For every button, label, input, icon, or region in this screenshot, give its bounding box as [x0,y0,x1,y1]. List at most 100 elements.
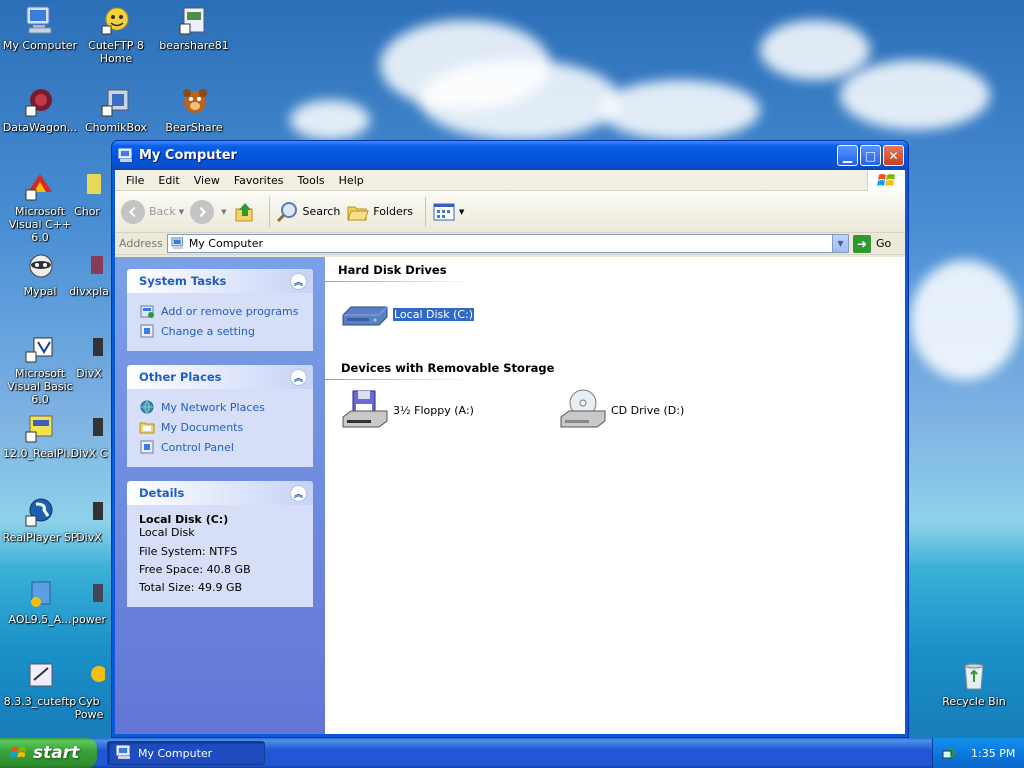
address-bar: Address My Computer ▼ ➜ Go [115,233,905,255]
back-label: Back [149,205,176,218]
collapse-icon[interactable]: ︽ [290,273,307,290]
details-header[interactable]: Details ︽ [127,481,313,505]
add-remove-programs-link[interactable]: Add or remove programs [139,301,301,321]
desktop-icon-my-computer[interactable]: My Computer [0,4,80,52]
cuteftp-icon [100,4,132,36]
desktop-icon-label: divxpla [69,285,109,298]
collapse-icon[interactable]: ︽ [290,485,307,502]
chevron-down-icon[interactable]: ▼ [179,208,184,216]
collapse-icon[interactable]: ︽ [290,369,307,386]
desktop-icon-power[interactable]: power [64,578,114,626]
maximize-button[interactable]: □ [860,145,881,166]
views-button[interactable]: ▼ [432,200,464,224]
drive-floppy-a[interactable]: 3½ Floppy (A:) [341,389,474,431]
window-computer-icon [118,148,134,164]
taskbar-item-my-computer[interactable]: My Computer [107,741,265,765]
control-panel-link[interactable]: Control Panel [139,437,301,457]
computer-icon [116,745,132,761]
task-pane: System Tasks ︽ Add or remove programs Ch… [115,257,325,734]
desktop-icon-bearshare81[interactable]: bearshare81 [154,4,234,52]
details-free-space: Free Space: 40.8 GB [139,563,251,576]
menu-file[interactable]: File [119,172,151,189]
desktop-icon-divx[interactable]: DivX [64,332,114,380]
forward-button[interactable]: ▼ [190,199,227,224]
desktop-icon-cyberpower[interactable]: Cyb Powe [64,660,114,721]
floppy-drive-icon [341,389,389,431]
desktop-icon-label: BearShare [165,121,223,134]
address-input[interactable]: My Computer ▼ [166,234,849,253]
my-network-places-label: My Network Places [161,400,265,414]
computer-icon [24,4,56,36]
bear-icon [178,86,210,118]
chevron-down-icon[interactable]: ▼ [459,208,464,216]
desktop-icon-label: Recycle Bin [942,695,1006,708]
change-setting-link[interactable]: Change a setting [139,321,301,341]
cd-drive-icon [559,389,607,431]
group-divider [325,379,625,380]
drive-cd-d[interactable]: CD Drive (D:) [559,389,684,431]
network-tray-icon[interactable] [941,745,957,761]
add-remove-programs-label: Add or remove programs [161,304,299,318]
window-title: My Computer [139,148,237,163]
system-tasks-header[interactable]: System Tasks ︽ [127,269,313,293]
my-documents-link[interactable]: My Documents [139,417,301,437]
go-button[interactable]: ➜ Go [853,234,901,253]
add-remove-programs-icon [139,303,155,319]
drive-label: CD Drive (D:) [611,403,685,417]
windows-logo-icon [867,170,905,191]
control-panel-icon [139,439,155,455]
desktop-icon-label: ChomikBox [85,121,147,134]
menu-edit[interactable]: Edit [151,172,186,189]
clock[interactable]: 1:35 PM [971,747,1015,760]
address-dropdown-button[interactable]: ▼ [832,235,848,252]
desktop-icon-cuteftp[interactable]: CuteFTP 8 Home [76,4,156,65]
desktop-icon-chomikbox[interactable]: ChomikBox [76,86,156,134]
menu-help[interactable]: Help [332,172,371,189]
my-network-places-link[interactable]: My Network Places [139,397,301,417]
desktop-icon-label: Microsoft Visual Basic 6.0 [7,367,73,406]
back-button[interactable]: Back ▼ [121,199,184,224]
folders-button[interactable]: Folders [346,200,413,224]
address-value: My Computer [188,237,263,250]
back-arrow-icon [121,199,145,224]
chevron-down-icon[interactable]: ▼ [221,208,226,216]
menu-tools[interactable]: Tools [291,172,332,189]
desktop-icon-divx-c[interactable]: DivX C [64,412,114,460]
up-button[interactable] [233,200,257,224]
desktop-icon-label: Mypal [23,285,57,298]
title-bar[interactable]: My Computer ▁ □ ✕ [112,141,908,170]
taskbar-item-label: My Computer [138,746,213,760]
start-button[interactable]: start [0,738,97,768]
group-hard-disk-title: Hard Disk Drives [338,263,447,277]
desktop-icon-label: AOL9.5_A... [8,613,72,626]
realplayer-icon [24,496,56,528]
app-icon [73,412,105,444]
desktop-icon-label: DataWagon... [2,121,78,134]
details-file-system: File System: NTFS [139,545,238,558]
toolbar-separator [425,196,427,227]
start-label: start [33,743,80,763]
desktop-icon-bearshare[interactable]: BearShare [154,86,234,134]
close-button[interactable]: ✕ [883,145,904,166]
menu-favorites[interactable]: Favorites [227,172,291,189]
drive-local-disk-c[interactable]: Local Disk (C:) [341,293,476,335]
search-button[interactable]: Search [276,200,341,224]
desktop-icon-recycle-bin[interactable]: Recycle Bin [934,660,1014,708]
aol-icon [24,578,56,610]
details-total-size: Total Size: 49.9 GB [139,581,243,594]
my-computer-window[interactable]: My Computer ▁ □ ✕ File Edit View Favorit… [111,140,909,738]
desktop-icon-chor[interactable]: Chor [62,170,112,218]
folders-label: Folders [373,205,414,218]
minimize-button[interactable]: ▁ [837,145,858,166]
search-label: Search [302,205,341,218]
desktop-icon-divx-2[interactable]: DivX [64,496,114,544]
other-places-header[interactable]: Other Places ︽ [127,365,313,389]
details-name: Local Disk (C:) [139,513,229,526]
desktop-icon-divxplay[interactable]: divxpla [64,250,114,298]
desktop-icon-datawagon[interactable]: DataWagon... [0,86,80,134]
forward-arrow-icon [190,199,215,224]
computer-icon [171,236,185,251]
menu-view[interactable]: View [187,172,227,189]
my-documents-label: My Documents [161,420,244,434]
file-view[interactable]: Hard Disk Drives Local Disk (C:) Devices… [325,257,905,734]
